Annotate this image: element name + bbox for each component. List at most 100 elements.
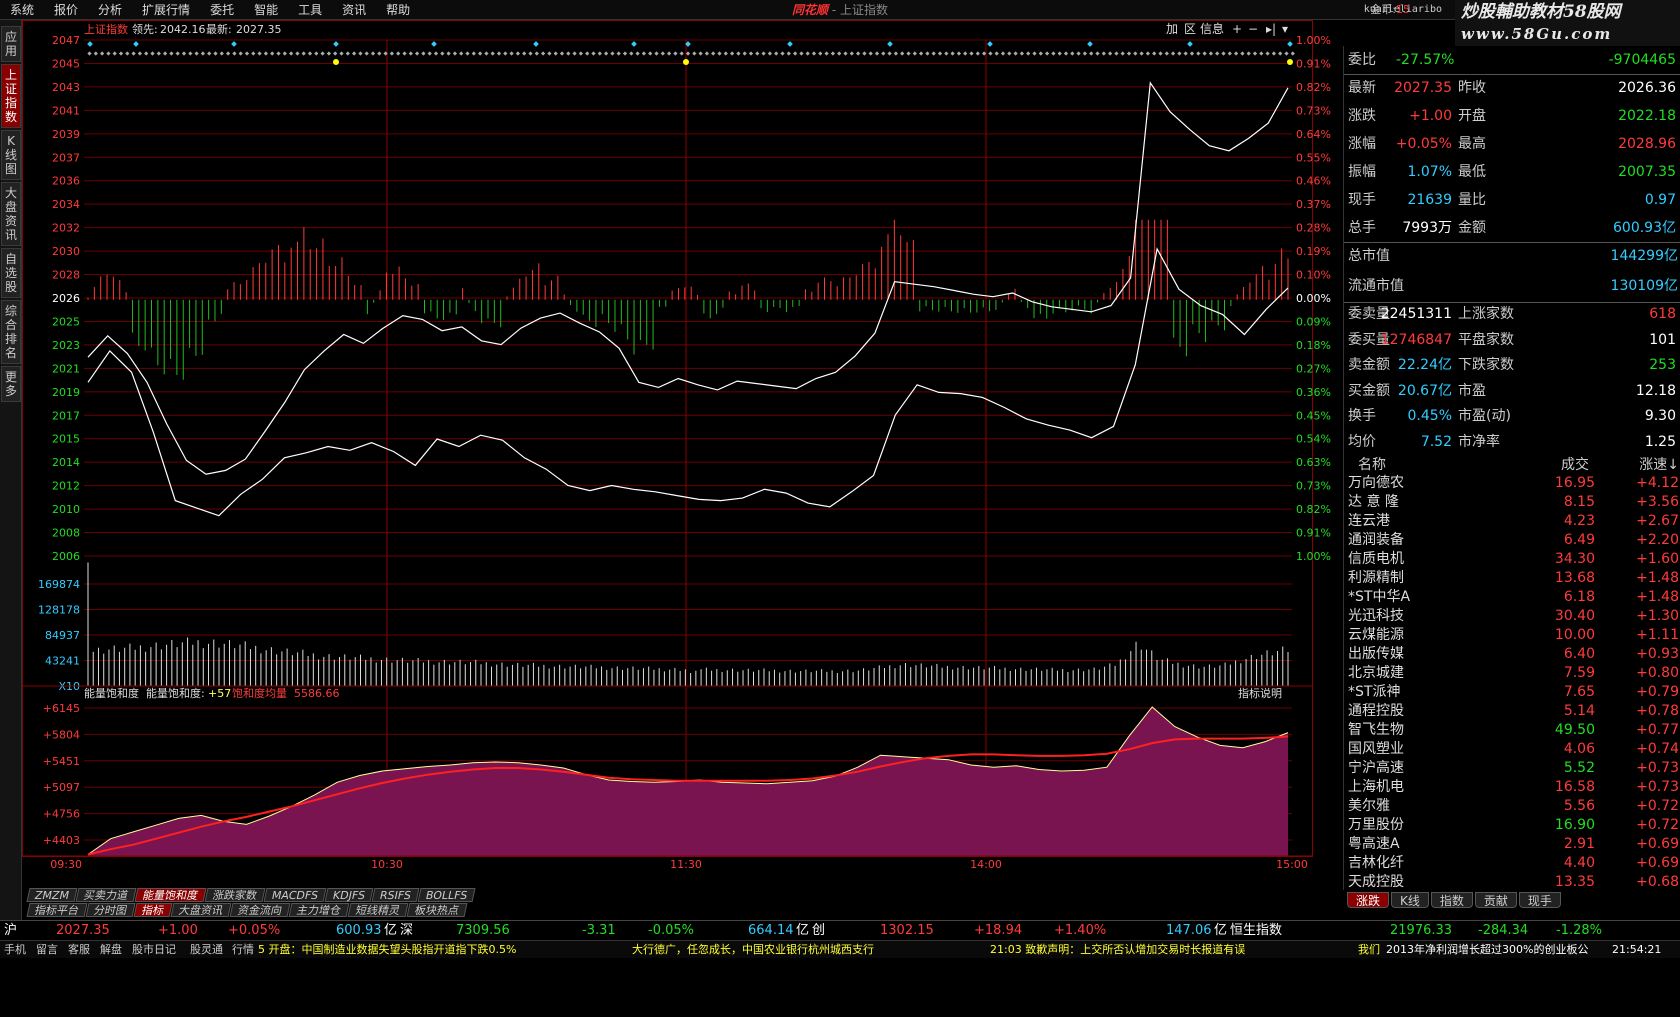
- news-dot[interactable]: [333, 59, 339, 65]
- indicator-tab-2[interactable]: 能量饱和度: [134, 888, 207, 902]
- indicator-tab-1[interactable]: 买卖力道: [75, 888, 137, 902]
- news-dot[interactable]: [683, 59, 689, 65]
- status-message[interactable]: 留言: [36, 941, 58, 959]
- right-tab-3[interactable]: 贡献: [1474, 892, 1517, 908]
- indicator-tab-5[interactable]: KDJFS: [324, 888, 374, 902]
- chart-tool-button-3[interactable]: +: [1232, 22, 1242, 36]
- menu-trade[interactable]: 委托: [200, 0, 244, 20]
- menu-quote[interactable]: 报价: [44, 0, 88, 20]
- left-tab-4[interactable]: 自选股: [1, 248, 21, 298]
- stock-row[interactable]: 云煤能源 10.00 +1.11: [1344, 626, 1680, 645]
- info-marker[interactable]: [87, 41, 93, 47]
- indicator-tab-7[interactable]: BOLLFS: [417, 888, 477, 902]
- right-tab-1[interactable]: K线: [1391, 892, 1429, 908]
- status-diary[interactable]: 股市日记: [132, 941, 176, 959]
- chart-tool-button-1[interactable]: 区: [1184, 22, 1196, 36]
- bottom-tab-6[interactable]: 短线精灵: [347, 903, 409, 917]
- stock-row[interactable]: 吉林化纤 4.40 +0.69: [1344, 854, 1680, 873]
- chart-tool-button-2[interactable]: 信息: [1200, 21, 1224, 36]
- bottom-tab-5[interactable]: 主力增仓: [288, 903, 350, 917]
- menu-news[interactable]: 资讯: [332, 0, 376, 20]
- info-marker[interactable]: [787, 41, 793, 47]
- status-market[interactable]: 行情: [232, 941, 254, 959]
- info-marker[interactable]: [1287, 41, 1293, 47]
- stock-row[interactable]: 天成控股 13.35 +0.68: [1344, 873, 1680, 892]
- left-tab-3[interactable]: 大盘资讯: [1, 182, 21, 246]
- col-price[interactable]: 成交: [1561, 454, 1589, 474]
- menu-system[interactable]: 系统: [0, 0, 44, 20]
- stock-row[interactable]: 美尔雅 5.56 +0.72: [1344, 797, 1680, 816]
- chart-tool-button-0[interactable]: 加: [1166, 22, 1178, 36]
- stock-row[interactable]: 利源精制 13.68 +1.48: [1344, 569, 1680, 588]
- info-marker[interactable]: [431, 41, 437, 47]
- info-marker[interactable]: [231, 41, 237, 47]
- right-tab-0[interactable]: 涨跌: [1347, 892, 1390, 908]
- stock-row[interactable]: 信质电机 34.30 +1.60: [1344, 550, 1680, 569]
- stock-row[interactable]: 北京城建 7.59 +0.80: [1344, 664, 1680, 683]
- menu-help[interactable]: 帮助: [376, 0, 420, 20]
- info-marker[interactable]: [887, 41, 893, 47]
- status-gulingtong[interactable]: 股灵通: [190, 941, 223, 959]
- info-marker[interactable]: [631, 41, 637, 47]
- info-marker[interactable]: [333, 41, 339, 47]
- bottom-tab-7[interactable]: 板块热点: [406, 903, 468, 917]
- chart-tool-button-5[interactable]: ▸|: [1266, 22, 1276, 36]
- left-tab-0[interactable]: 应用: [1, 26, 21, 62]
- indicator-tab-0[interactable]: ZMZM: [26, 888, 78, 902]
- stock-row[interactable]: 万向德农 16.95 +4.12: [1344, 474, 1680, 493]
- stock-row[interactable]: 光迅科技 30.40 +1.30: [1344, 607, 1680, 626]
- bottom-tab-4[interactable]: 资金流向: [229, 903, 291, 917]
- bottom-tab-1[interactable]: 分时图: [85, 903, 136, 917]
- menu-extended[interactable]: 扩展行情: [132, 0, 200, 20]
- username[interactable]: kuaileliaribo: [1364, 0, 1442, 20]
- news-ticker-2[interactable]: 大行德广，任忽成长，中国农业银行杭州城西支行: [632, 941, 874, 959]
- indicator-help-button[interactable]: 指标说明: [1238, 686, 1282, 700]
- bottom-tab-3[interactable]: 大盘资讯: [170, 903, 232, 917]
- news-ticker-5[interactable]: 2013年净利润增长超过300%的创业板公: [1386, 941, 1588, 959]
- stock-row[interactable]: 智飞生物 49.50 +0.77: [1344, 721, 1680, 740]
- stock-row[interactable]: 通程控股 5.14 +0.78: [1344, 702, 1680, 721]
- stock-row[interactable]: 粤高速A 2.91 +0.69: [1344, 835, 1680, 854]
- news-ticker-1[interactable]: 5 开盘：中国制造业数据失望头股指开道指下跌0.5%: [258, 941, 516, 959]
- indicator-tab-6[interactable]: RSIFS: [371, 888, 420, 902]
- stock-row[interactable]: 宁沪高速 5.52 +0.73: [1344, 759, 1680, 778]
- left-tab-2[interactable]: K线图: [1, 130, 21, 180]
- bottom-tab-0[interactable]: 指标平台: [26, 903, 88, 917]
- bottom-tab-2[interactable]: 指标: [133, 903, 173, 917]
- indicator-tab-3[interactable]: 涨跌家数: [204, 888, 266, 902]
- intraday-chart[interactable]: 上证指数 领先: 2042.16 最新: 2027.35 加区信息 + − ▸| ▾ 2047 1.0…: [22, 20, 1342, 908]
- status-service[interactable]: 客服: [68, 941, 90, 959]
- news-ticker-3[interactable]: 21:03 致歉声明：上交所否认增加交易时长报道有误: [990, 941, 1245, 959]
- stock-row[interactable]: 连云港 4.23 +2.67: [1344, 512, 1680, 531]
- stock-row[interactable]: 国风塑业 4.06 +0.74: [1344, 740, 1680, 759]
- stock-row[interactable]: *ST中华A 6.18 +1.48: [1344, 588, 1680, 607]
- menu-analysis[interactable]: 分析: [88, 0, 132, 20]
- menu-smart[interactable]: 智能: [244, 0, 288, 20]
- chart-tool-button-4[interactable]: −: [1248, 22, 1258, 36]
- stock-row[interactable]: 万里股份 16.90 +0.72: [1344, 816, 1680, 835]
- left-tab-5[interactable]: 综合排名: [1, 300, 21, 364]
- news-ticker-4[interactable]: 我们: [1358, 941, 1380, 959]
- info-marker[interactable]: [1187, 41, 1193, 47]
- left-tab-1[interactable]: 上证指数: [1, 64, 21, 128]
- status-commentary[interactable]: 解盘: [100, 941, 122, 959]
- info-marker[interactable]: [1087, 41, 1093, 47]
- menu-tools[interactable]: 工具: [288, 0, 332, 20]
- stock-row[interactable]: 达 意 隆 8.15 +3.56: [1344, 493, 1680, 512]
- right-tab-4[interactable]: 现手: [1518, 892, 1561, 908]
- stock-row[interactable]: 出版传媒 6.40 +0.93: [1344, 645, 1680, 664]
- stock-row[interactable]: 通润装备 6.49 +2.20: [1344, 531, 1680, 550]
- news-dot[interactable]: [1287, 59, 1293, 65]
- chart-tool-button-6[interactable]: ▾: [1282, 22, 1288, 36]
- col-name[interactable]: 名称: [1358, 454, 1386, 474]
- stock-row[interactable]: *ST派神 7.65 +0.79: [1344, 683, 1680, 702]
- info-marker[interactable]: [133, 41, 139, 47]
- left-tab-6[interactable]: 更多: [1, 366, 21, 402]
- status-mobile[interactable]: 手机: [4, 941, 26, 959]
- col-speed[interactable]: 涨速↓: [1639, 454, 1679, 474]
- info-marker[interactable]: [533, 41, 539, 47]
- stock-row[interactable]: 上海机电 16.58 +0.73: [1344, 778, 1680, 797]
- info-marker[interactable]: [987, 41, 993, 47]
- indicator-tab-4[interactable]: MACDFS: [263, 888, 327, 902]
- right-tab-2[interactable]: 指数: [1430, 892, 1473, 908]
